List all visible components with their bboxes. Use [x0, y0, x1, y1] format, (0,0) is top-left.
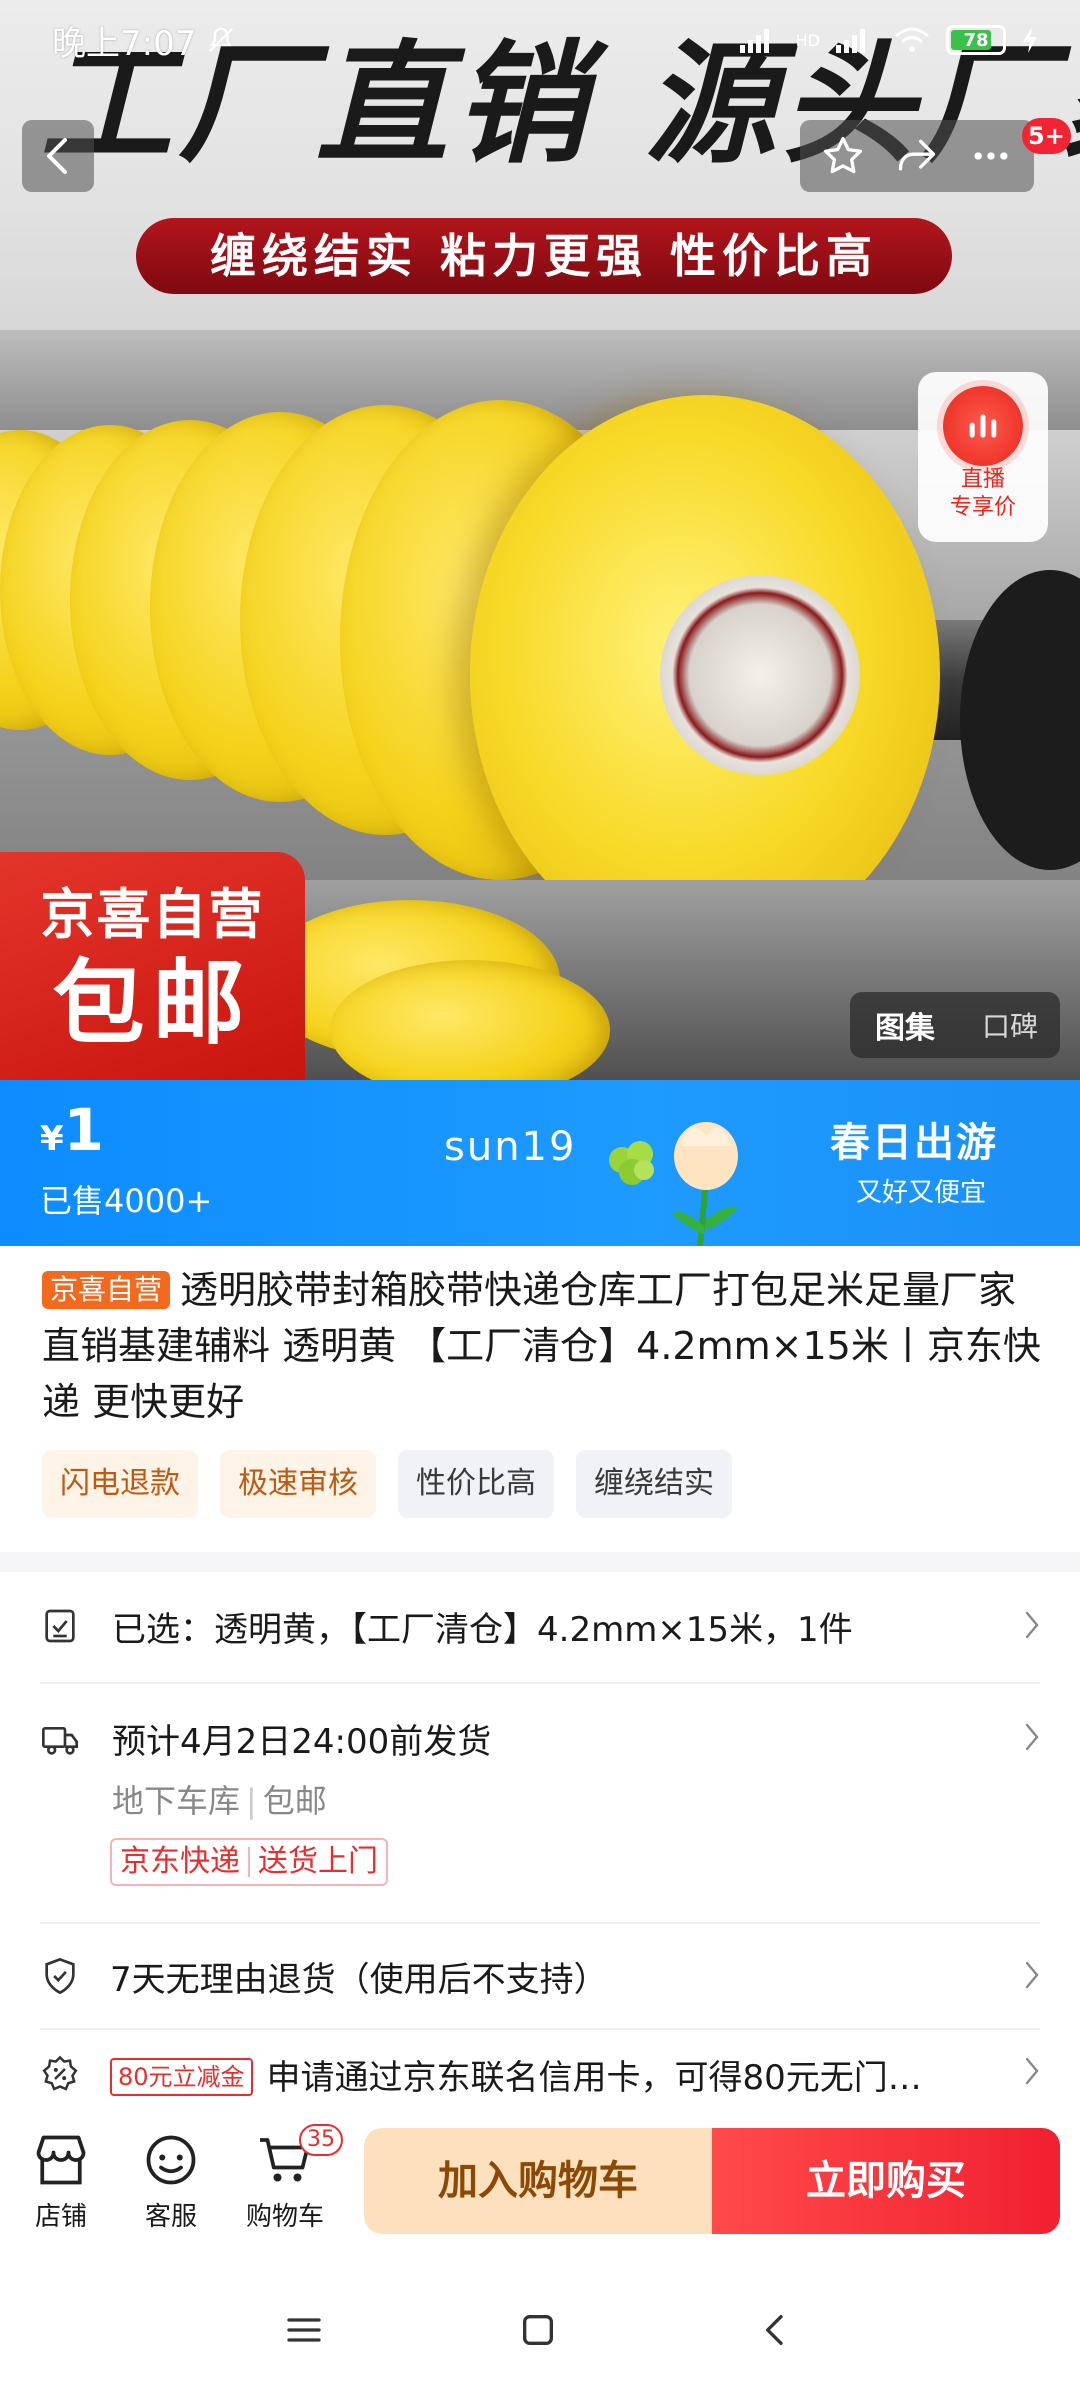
- truck-icon: [42, 1727, 78, 1755]
- spring-title: 春日出游: [830, 1120, 998, 1166]
- chevron-left-icon: [47, 138, 67, 174]
- live-label: 直播: [960, 467, 1005, 492]
- add-to-cart-button[interactable]: 加入购物车: [364, 2128, 712, 2234]
- badge-line-1: 京喜自营: [40, 883, 265, 946]
- product-detail-screen: 工厂直销 源头厂家 缠绕结实 粘力更强 性价比高: [0, 0, 1080, 2400]
- status-time: 晚上7:07: [52, 23, 197, 64]
- selected-spec-row[interactable]: 已选：透明黄，【工厂清仓】4.2mm×15米，1件: [0, 1572, 1080, 1682]
- tape-core: [660, 575, 860, 775]
- express-label: 京东快递: [120, 1844, 240, 1879]
- store-button[interactable]: 店铺: [16, 2132, 106, 2233]
- tag-fast-refund: 闪电退款: [42, 1450, 198, 1518]
- live-sublabel: 专享价: [949, 495, 1016, 520]
- return-policy-text: 7天无理由退货（使用后不支持）: [110, 1960, 608, 2000]
- chevron-right-icon: [1025, 2057, 1039, 2085]
- tab-reviews[interactable]: 口碑: [960, 1005, 1060, 1045]
- delivery-estimate: 预计4月2日24:00前发货: [112, 1722, 492, 1762]
- home-square-icon: [523, 2315, 553, 2345]
- machine-disc: [960, 570, 1080, 870]
- self-operated-badge: 京喜自营 包邮: [0, 852, 305, 1080]
- return-policy-row[interactable]: 7天无理由退货（使用后不支持）: [0, 1924, 1080, 2028]
- delivery-free: 包邮: [262, 1782, 327, 1820]
- more-icon: [974, 152, 1008, 160]
- express-badge: 京东快递 送货上门: [110, 1838, 388, 1886]
- section-separator: [0, 1552, 1080, 1572]
- service-icon: [146, 2135, 196, 2185]
- tag-value: 性价比高: [398, 1450, 554, 1518]
- promo-code: sun19: [444, 1124, 577, 1170]
- cart-label: 购物车: [245, 2202, 324, 2232]
- sold-count: 已售4000+: [40, 1182, 213, 1220]
- silent-icon: [209, 27, 234, 53]
- self-operated-tag: 京喜自营: [42, 1271, 171, 1309]
- buy-now-button[interactable]: 立即购买: [712, 2128, 1060, 2234]
- express-door: 送货上门: [258, 1844, 378, 1879]
- flower-icon: [609, 1122, 738, 1246]
- signal-icon-2: [836, 29, 865, 53]
- coupon-row[interactable]: 80元立减金 申请通过京东联名信用卡，可得80元无门…: [0, 2030, 1080, 2110]
- price-banner: ¥1 已售4000+ sun19 春日出游 又好又便宜: [0, 1080, 1080, 1246]
- badge-line-2: 包邮: [52, 950, 253, 1057]
- cart-button[interactable]: 35 购物车: [240, 2124, 343, 2233]
- bottom-action-bar: 店铺 客服 35 购物车 加入购物车 立即购买: [0, 2110, 1080, 2260]
- more-button[interactable]: [959, 124, 1023, 188]
- battery-icon: 78: [946, 25, 1006, 55]
- coupon-tag: 80元立减金: [110, 2058, 253, 2096]
- home-button[interactable]: [518, 2310, 558, 2354]
- system-navigation-bar: [0, 2260, 1080, 2400]
- service-label: 客服: [144, 2202, 197, 2232]
- delivery-location: 地下车库: [112, 1782, 241, 1820]
- coupon-text-line: 80元立减金 申请通过京东联名信用卡，可得80元无门…: [110, 2050, 990, 2099]
- shield-icon: [45, 1957, 75, 1995]
- menu-button[interactable]: [284, 2310, 324, 2354]
- product-hero-image[interactable]: 工厂直销 源头厂家 缠绕结实 粘力更强 性价比高: [0, 0, 1080, 1080]
- share-icon: [898, 139, 936, 171]
- hd-label: HD: [795, 30, 820, 50]
- product-title-text: 透明胶带封箱胶带快递仓库工厂打包足米足量厂家直销基建辅料 透明黄 【工厂清仓】4…: [42, 1268, 1041, 1424]
- chevron-right-icon: [1025, 1961, 1039, 1989]
- hero-actions: [800, 120, 1034, 192]
- coupon-text: 申请通过京东联名信用卡，可得80元无门…: [266, 2058, 922, 2098]
- store-icon: [36, 2135, 86, 2185]
- chevron-right-icon: [1025, 1611, 1039, 1639]
- favorite-button[interactable]: [811, 124, 875, 188]
- product-tags: 闪电退款 极速审核 性价比高 缠绕结实: [42, 1450, 732, 1518]
- spec-icon: [45, 1609, 75, 1643]
- price: ¥1: [40, 1096, 104, 1164]
- store-label: 店铺: [34, 2202, 87, 2232]
- charging-icon: [1023, 27, 1037, 53]
- tag-durable: 缠绕结实: [576, 1450, 732, 1518]
- status-bar: 晚上7:07 HD 78: [0, 0, 1080, 80]
- spring-subtitle: 又好又便宜: [856, 1178, 987, 1208]
- tag-fast-review: 极速审核: [220, 1450, 376, 1518]
- service-button[interactable]: 客服: [126, 2132, 216, 2233]
- selected-spec-text: 已选：透明黄，【工厂清仓】4.2mm×15米，1件: [112, 1610, 853, 1650]
- menu-icon: [287, 2318, 321, 2342]
- star-icon: [823, 136, 863, 174]
- chevron-right-icon: [1025, 1723, 1039, 1751]
- delivery-address: 地下车库 | 包邮: [112, 1782, 327, 1820]
- cart-count-badge: 35: [299, 2124, 343, 2156]
- message-badge: 5+: [1022, 118, 1071, 154]
- tab-gallery[interactable]: 图集: [850, 1003, 960, 1047]
- system-back-button[interactable]: [756, 2310, 796, 2354]
- back-arrow-icon: [766, 2315, 783, 2345]
- back-button[interactable]: [22, 120, 94, 192]
- price-currency: ¥: [40, 1119, 64, 1159]
- live-button[interactable]: 直播 专享价: [918, 372, 1048, 542]
- hero-ribbon: 缠绕结实 粘力更强 性价比高: [136, 218, 952, 294]
- product-title: 京喜自营 透明胶带封箱胶带快递仓库工厂打包足米足量厂家直销基建辅料 透明黄 【工厂…: [42, 1262, 1042, 1430]
- gallery-switch: 图集 口碑: [850, 992, 1060, 1058]
- price-value: 1: [63, 1096, 105, 1164]
- battery-level: 78: [963, 29, 989, 51]
- signal-icon: [739, 29, 769, 53]
- live-icon: [943, 386, 1023, 466]
- discount-icon: [42, 2055, 78, 2091]
- share-button[interactable]: [885, 124, 949, 188]
- wifi-icon: [895, 27, 929, 52]
